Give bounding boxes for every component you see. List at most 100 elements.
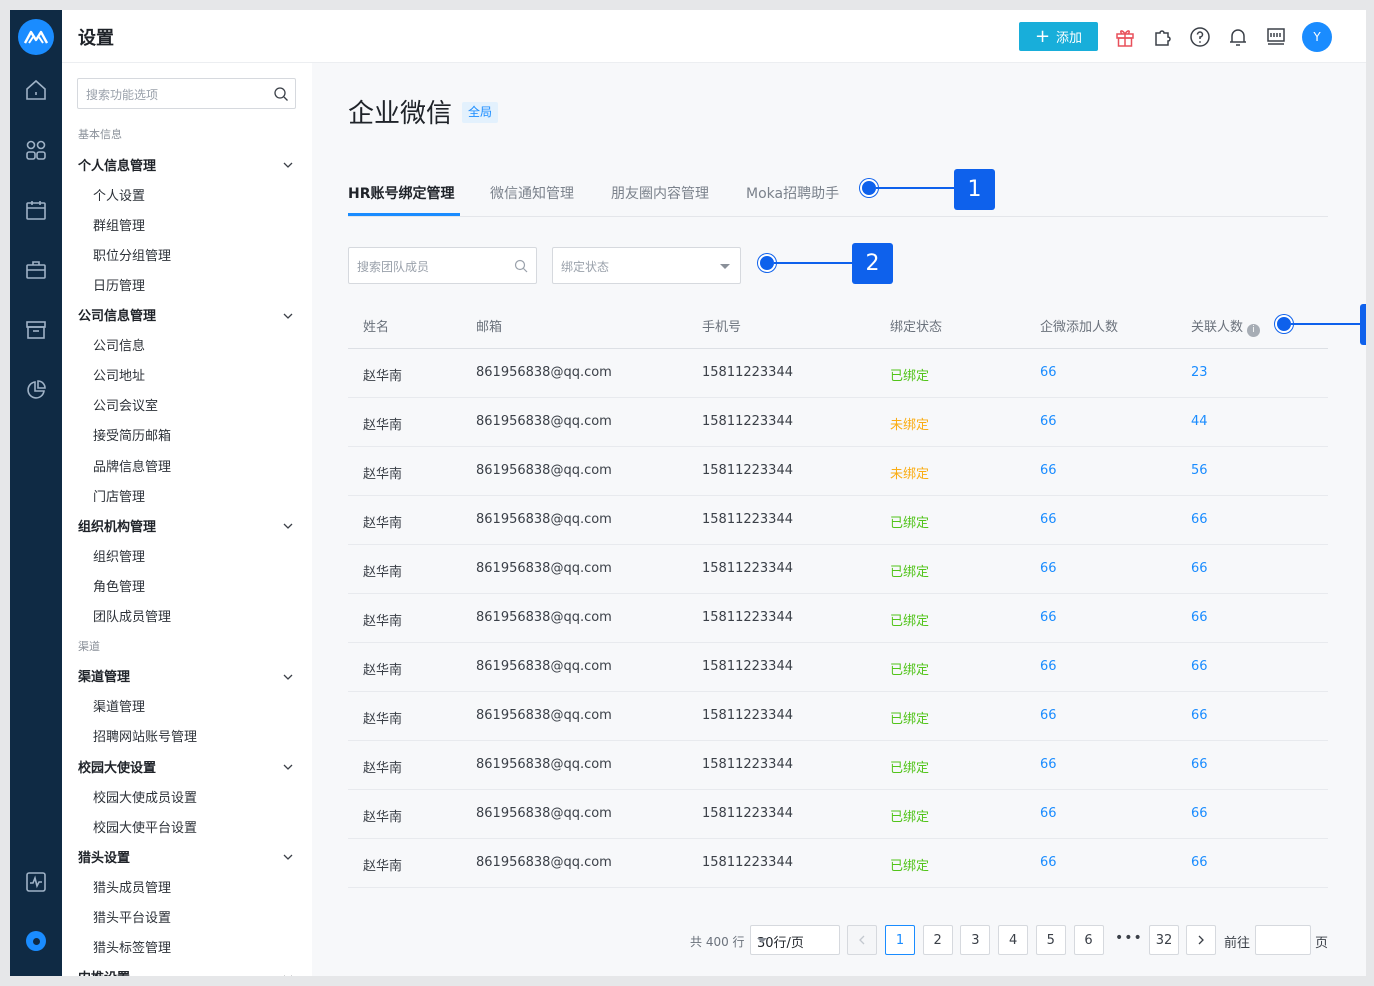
page-button[interactable]: 4: [998, 925, 1029, 955]
sidebar-item[interactable]: 校园大使平台设置: [62, 811, 312, 841]
sidebar-item[interactable]: 团队成员管理: [62, 601, 312, 631]
sidebar-item[interactable]: 个人设置: [62, 179, 312, 209]
sidebar-group[interactable]: 渠道管理: [62, 661, 312, 691]
cell-linked[interactable]: 66: [1191, 561, 1208, 576]
sidebar-item[interactable]: 公司地址: [62, 360, 312, 390]
cell-added[interactable]: 66: [1040, 512, 1057, 527]
cell-linked[interactable]: 23: [1191, 365, 1208, 380]
sidebar-item[interactable]: 猎头成员管理: [62, 871, 312, 901]
plugin-icon[interactable]: [1152, 26, 1174, 48]
table-row[interactable]: 赵华南 861956838@qq.com 15811223344 已绑定 66 66: [348, 741, 1328, 790]
candidates-icon[interactable]: [24, 138, 48, 162]
gift-icon[interactable]: [1114, 26, 1136, 48]
table-row[interactable]: 赵华南 861956838@qq.com 15811223344 已绑定 66 66: [348, 594, 1328, 643]
sidebar-item[interactable]: 校园大使成员设置: [62, 781, 312, 811]
moka-logo-icon[interactable]: [18, 19, 54, 55]
sidebar-item[interactable]: 接受简历邮箱: [62, 420, 312, 450]
cell-added[interactable]: 66: [1040, 610, 1057, 625]
calendar-icon[interactable]: [24, 198, 48, 222]
sidebar-group[interactable]: 校园大使设置: [62, 751, 312, 781]
table-row[interactable]: 赵华南 861956838@qq.com 15811223344 已绑定 66 66: [348, 790, 1328, 839]
sidebar-item[interactable]: 组织管理: [62, 540, 312, 570]
cell-linked[interactable]: 66: [1191, 855, 1208, 870]
cell-added[interactable]: 66: [1040, 414, 1057, 429]
settings-icon[interactable]: [26, 931, 46, 951]
user-avatar[interactable]: Y: [1302, 22, 1332, 52]
page-button[interactable]: 3: [960, 925, 991, 955]
help-icon[interactable]: [1189, 26, 1211, 48]
cell-added[interactable]: 66: [1040, 855, 1057, 870]
cell-linked[interactable]: 66: [1191, 708, 1208, 723]
tab-moka-assistant[interactable]: Moka招聘助手: [746, 183, 839, 203]
table-row[interactable]: 赵华南 861956838@qq.com 15811223344 未绑定 66 44: [348, 398, 1328, 447]
briefcase-icon[interactable]: [24, 258, 48, 282]
table-row[interactable]: 赵华南 861956838@qq.com 15811223344 未绑定 66 56: [348, 447, 1328, 496]
add-button[interactable]: + 添加: [1019, 22, 1098, 51]
home-icon[interactable]: [24, 78, 48, 102]
page-button[interactable]: 2: [922, 925, 953, 955]
sidebar-item[interactable]: 猎头标签管理: [62, 932, 312, 962]
cell-added[interactable]: 66: [1040, 659, 1057, 674]
cell-linked[interactable]: 66: [1191, 659, 1208, 674]
sidebar-item[interactable]: 品牌信息管理: [62, 450, 312, 480]
cell-linked[interactable]: 44: [1191, 414, 1208, 429]
sidebar-item[interactable]: 招聘网站账号管理: [62, 721, 312, 751]
tab-hr-account-binding[interactable]: HR账号绑定管理: [348, 183, 455, 203]
sidebar-search-input[interactable]: 搜索功能选项: [77, 78, 296, 109]
bell-icon[interactable]: [1227, 26, 1249, 48]
archive-icon[interactable]: [24, 318, 48, 342]
sidebar-item[interactable]: 角色管理: [62, 570, 312, 600]
tab-moments-content[interactable]: 朋友圈内容管理: [611, 183, 709, 203]
page-button[interactable]: 6: [1073, 925, 1104, 955]
sidebar-item[interactable]: 日历管理: [62, 269, 312, 299]
goto-page-input[interactable]: [1255, 925, 1311, 955]
sidebar-item[interactable]: 门店管理: [62, 480, 312, 510]
table-row[interactable]: 赵华南 861956838@qq.com 15811223344 已绑定 66 66: [348, 496, 1328, 545]
pie-chart-icon[interactable]: [24, 378, 48, 402]
cell-email: 861956838@qq.com: [476, 561, 612, 576]
page-button-last[interactable]: 32: [1149, 925, 1179, 955]
table-row[interactable]: 赵华南 861956838@qq.com 15811223344 已绑定 66 66: [348, 643, 1328, 692]
member-search-input[interactable]: 搜索团队成员: [348, 247, 537, 284]
sidebar-group[interactable]: 公司信息管理: [62, 300, 312, 330]
cell-added[interactable]: 66: [1040, 561, 1057, 576]
sidebar-item[interactable]: 职位分组管理: [62, 239, 312, 269]
cell-linked[interactable]: 66: [1191, 512, 1208, 527]
cell-added[interactable]: 66: [1040, 708, 1057, 723]
message-icon[interactable]: [1265, 26, 1287, 48]
sidebar-row-label: 猎头平台设置: [93, 910, 172, 926]
sidebar-item[interactable]: 渠道管理: [62, 691, 312, 721]
cell-linked[interactable]: 56: [1191, 463, 1208, 478]
tab-wechat-notification[interactable]: 微信通知管理: [490, 183, 574, 203]
cell-added[interactable]: 66: [1040, 463, 1057, 478]
activity-icon[interactable]: [24, 870, 48, 894]
table-row[interactable]: 赵华南 861956838@qq.com 15811223344 已绑定 66 66: [348, 545, 1328, 594]
sidebar-item[interactable]: 公司信息: [62, 330, 312, 360]
page-size-select[interactable]: 30行/页: [750, 925, 840, 955]
table-row[interactable]: 赵华南 861956838@qq.com 15811223344 已绑定 66 66: [348, 692, 1328, 741]
table-row[interactable]: 赵华南 861956838@qq.com 15811223344 已绑定 66 66: [348, 839, 1328, 888]
add-button-label: 添加: [1056, 31, 1083, 46]
cell-linked[interactable]: 66: [1191, 610, 1208, 625]
sidebar-group[interactable]: 内推设置: [62, 962, 312, 976]
sidebar-group[interactable]: 个人信息管理: [62, 149, 312, 179]
sidebar-group[interactable]: 猎头设置: [62, 841, 312, 871]
sidebar-group[interactable]: 组织机构管理: [62, 510, 312, 540]
table-row[interactable]: 赵华南 861956838@qq.com 15811223344 已绑定 66 23: [348, 349, 1328, 398]
sidebar-item[interactable]: 公司会议室: [62, 390, 312, 420]
cell-added[interactable]: 66: [1040, 806, 1057, 821]
sidebar-item[interactable]: 猎头平台设置: [62, 901, 312, 931]
page-button[interactable]: 5: [1035, 925, 1066, 955]
page-button[interactable]: 1: [885, 925, 915, 955]
sidebar-item[interactable]: 群组管理: [62, 209, 312, 239]
next-page-button[interactable]: [1186, 925, 1216, 955]
binding-status-select[interactable]: 绑定状态: [552, 247, 741, 284]
cell-linked[interactable]: 66: [1191, 806, 1208, 821]
cell-added[interactable]: 66: [1040, 365, 1057, 380]
chevron-down-icon: [283, 764, 293, 770]
cell-added[interactable]: 66: [1040, 757, 1057, 772]
prev-page-button[interactable]: [847, 925, 877, 955]
info-icon[interactable]: i: [1247, 324, 1261, 337]
col-phone: 手机号: [702, 320, 742, 335]
cell-linked[interactable]: 66: [1191, 757, 1208, 772]
